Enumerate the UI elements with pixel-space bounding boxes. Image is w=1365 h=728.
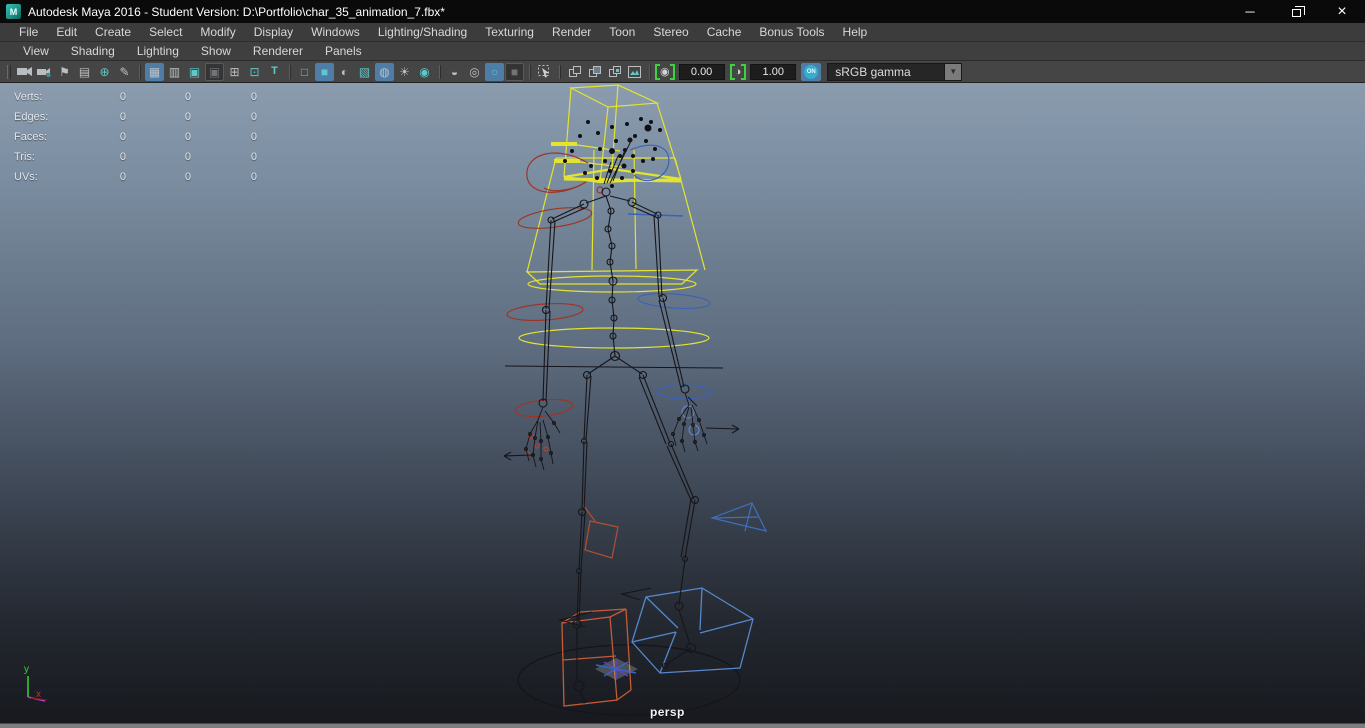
menu-help[interactable]: Help <box>834 25 877 39</box>
square-front <box>573 66 581 74</box>
menu-stereo[interactable]: Stereo <box>644 25 697 39</box>
menu-render[interactable]: Render <box>543 25 600 39</box>
window-controls: ─ × <box>1227 0 1365 23</box>
main-menu-bar: File Edit Create Select Modify Display W… <box>0 23 1365 42</box>
wireframe-icon[interactable]: □ <box>295 63 314 81</box>
restore-button[interactable] <box>1273 0 1319 23</box>
toolbar-separator <box>439 65 440 79</box>
exposure-field[interactable]: 0.00 <box>679 64 725 80</box>
window-title: Autodesk Maya 2016 - Student Version: D:… <box>28 5 445 19</box>
motion-blur-icon[interactable]: ◎ <box>465 63 484 81</box>
contrast-field[interactable]: 1.00 <box>750 64 796 80</box>
menu-select[interactable]: Select <box>140 25 191 39</box>
xray-icon[interactable] <box>565 63 584 81</box>
panel-menu-view[interactable]: View <box>12 44 60 58</box>
menu-texturing[interactable]: Texturing <box>476 25 543 39</box>
multisample-aa-icon[interactable]: ○ <box>485 63 504 81</box>
xray-glyph <box>569 66 581 77</box>
menu-edit[interactable]: Edit <box>47 25 86 39</box>
shadows-icon[interactable]: ◉ <box>415 63 434 81</box>
cursor-glyph <box>538 65 551 78</box>
close-button[interactable]: × <box>1319 0 1365 23</box>
grid-icon[interactable]: ▦ <box>145 63 164 81</box>
camera-gear-glyph <box>37 66 52 78</box>
smooth-shade-icon[interactable]: ■ <box>315 63 334 81</box>
safe-action-icon[interactable]: ⊡ <box>245 63 264 81</box>
square-front <box>593 66 601 74</box>
axis-x-label: x <box>36 689 41 700</box>
resolution-gate-icon[interactable]: ▣ <box>185 63 204 81</box>
title-bar[interactable]: M Autodesk Maya 2016 - Student Version: … <box>0 0 1365 23</box>
menu-create[interactable]: Create <box>86 25 140 39</box>
default-material-icon[interactable]: ◐ <box>335 63 354 81</box>
right-foot-control-box[interactable] <box>632 588 753 673</box>
xray-joints-icon[interactable] <box>585 63 604 81</box>
view-transform-dropdown[interactable]: sRGB gamma ▼ <box>827 63 962 81</box>
menu-cache[interactable]: Cache <box>698 25 751 39</box>
square-front <box>613 66 621 74</box>
plugin-shapes-icon[interactable] <box>625 63 644 81</box>
panel-toolbar: ⚑ ▤ ⊕ ✎ ▦ ▥ ▣ ▣ ⊞ ⊡ T □ ■ ◐ ▧ ◍ ☀ ◉ ◒ ◎ … <box>0 61 1365 83</box>
safe-title-icon[interactable]: T <box>265 63 284 81</box>
depth-of-field-icon[interactable]: ■ <box>505 63 524 81</box>
grease-pencil-icon[interactable]: ✎ <box>115 63 134 81</box>
maya-window: M Autodesk Maya 2016 - Student Version: … <box>0 0 1365 728</box>
menu-modify[interactable]: Modify <box>191 25 244 39</box>
perspective-viewport[interactable]: Verts: 0 0 0 Edges: 0 0 0 Faces: 0 0 0 T… <box>0 83 1365 723</box>
gate-mask-icon[interactable]: ▣ <box>205 63 224 81</box>
occlusion-icon[interactable]: ◒ <box>445 63 464 81</box>
panel-menu-renderer[interactable]: Renderer <box>242 44 314 58</box>
menu-display[interactable]: Display <box>245 25 302 39</box>
menu-bonus-tools[interactable]: Bonus Tools <box>750 25 833 39</box>
toolbar-separator <box>529 65 530 79</box>
hip-line-widget[interactable] <box>505 366 723 368</box>
panel-menu-panels[interactable]: Panels <box>314 44 373 58</box>
panel-menu-shading[interactable]: Shading <box>60 44 126 58</box>
shade-wireframe-icon[interactable]: ▧ <box>355 63 374 81</box>
pan-zoom-icon[interactable]: ⊕ <box>95 63 114 81</box>
toolbar-separator <box>649 65 650 79</box>
camera-attributes-icon[interactable] <box>35 63 54 81</box>
maya-app-icon: M <box>6 4 21 19</box>
color-management-toggle[interactable]: ON <box>801 63 821 81</box>
use-all-lights-icon[interactable]: ☀ <box>395 63 414 81</box>
menu-toon[interactable]: Toon <box>600 25 644 39</box>
textured-icon[interactable]: ◍ <box>375 63 394 81</box>
camera-glyph <box>17 66 32 77</box>
panel-menu-lighting[interactable]: Lighting <box>126 44 190 58</box>
camera-name-label: persp <box>650 705 685 719</box>
xray-active-glyph <box>609 66 621 77</box>
xray-active-icon[interactable] <box>605 63 624 81</box>
toolbar-separator <box>289 65 290 79</box>
field-chart-icon[interactable]: ⊞ <box>225 63 244 81</box>
isolate-select-icon[interactable] <box>535 63 554 81</box>
master-control-star[interactable] <box>595 658 638 680</box>
view-transform-value: sRGB gamma <box>827 63 945 81</box>
restore-icon <box>1292 9 1301 17</box>
select-camera-icon[interactable] <box>15 63 34 81</box>
menu-windows[interactable]: Windows <box>302 25 369 39</box>
image-plane-icon[interactable]: ▤ <box>75 63 94 81</box>
panel-menu-bar: View Shading Lighting Show Renderer Pane… <box>0 42 1365 61</box>
on-icon: ON <box>804 65 818 79</box>
contrast-icon[interactable]: ◑ <box>730 64 747 80</box>
right-side-controls[interactable] <box>628 145 766 531</box>
menu-file[interactable]: File <box>10 25 47 39</box>
toolbar-separator <box>559 65 560 79</box>
minimize-button[interactable]: ─ <box>1227 0 1273 23</box>
window-bottom-border <box>0 723 1365 728</box>
film-gate-icon[interactable]: ▥ <box>165 63 184 81</box>
menu-lighting-shading[interactable]: Lighting/Shading <box>369 25 476 39</box>
xray-joints-glyph <box>589 66 601 77</box>
chevron-down-icon[interactable]: ▼ <box>945 63 962 81</box>
exposure-icon[interactable]: ◉ <box>655 64 675 80</box>
plugin-shapes-glyph <box>628 66 641 78</box>
toolbar-drag-handle[interactable] <box>7 65 11 79</box>
panel-menu-show[interactable]: Show <box>190 44 242 58</box>
axis-y-label: y <box>24 664 29 675</box>
toolbar-separator <box>139 65 140 79</box>
bookmark-icon[interactable]: ⚑ <box>55 63 74 81</box>
view-axis-gizmo: y x <box>24 664 47 701</box>
viewport-canvas[interactable]: y x <box>0 83 1365 723</box>
